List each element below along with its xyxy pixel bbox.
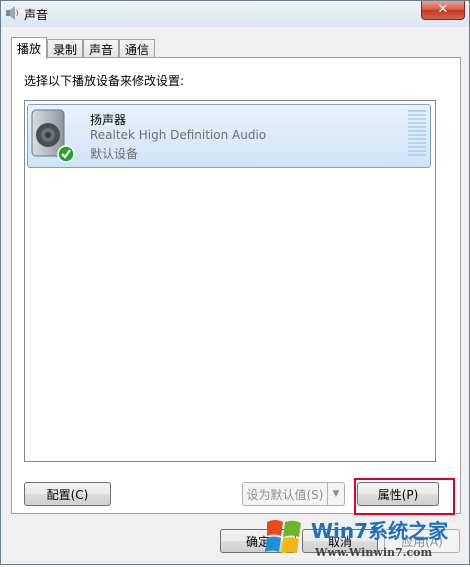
tab-label: 播放 [17,42,42,56]
button-label: 配置(C) [46,487,89,502]
device-description: Realtek High Definition Audio [90,128,267,142]
volume-level-meter [408,110,426,160]
speaker-icon [6,6,19,20]
device-name: 扬声器 [90,113,127,127]
playback-panel: 选择以下播放设备来修改设置: 扬声器 Realtek High Definiti… [11,57,461,514]
tab-label: 录制 [53,42,78,57]
sound-dialog: 声音 ✕ 播放 录制 声音 通信 选择以下播放设备来修改设置: 扬声器 Real… [0,0,470,565]
annotation-highlight-box [354,478,455,515]
configure-button[interactable]: 配置(C) [24,482,111,506]
device-list[interactable]: 扬声器 Realtek High Definition Audio 默认设备 [24,100,436,462]
speaker-device-icon [31,109,75,163]
device-status: 默认设备 [90,147,139,161]
close-button[interactable]: ✕ [421,1,465,20]
windows-flag-icon: Win7系统之家 Www.Winwin7.com [265,519,449,559]
tab-playback[interactable]: 播放 [11,37,48,59]
window-title: 声音 [24,8,49,22]
instruction-text: 选择以下播放设备来修改设置: [24,74,185,88]
tab-label: 声音 [89,42,114,57]
device-item-speaker[interactable]: 扬声器 Realtek High Definition Audio 默认设备 [27,104,431,168]
chevron-down-icon: ▼ [332,489,340,499]
tab-communications[interactable]: 通信 [119,39,156,58]
tab-sounds[interactable]: 声音 [83,39,120,58]
title-bar[interactable]: 声音 ✕ [1,1,469,27]
tab-label: 通信 [125,42,150,57]
set-default-button[interactable]: 设为默认值(S) [242,482,328,506]
tab-strip: 播放 录制 声音 通信 [11,37,156,59]
tab-recording[interactable]: 录制 [47,39,84,58]
set-default-dropdown[interactable]: ▼ [327,482,345,506]
close-icon: ✕ [437,2,449,17]
button-label: 设为默认值(S) [246,487,324,502]
watermark-brand-text: Win7系统之家 [311,519,449,543]
watermark-url-text: Www.Winwin7.com [314,546,433,559]
watermark-logo: Win7系统之家 Www.Winwin7.com [263,512,468,564]
